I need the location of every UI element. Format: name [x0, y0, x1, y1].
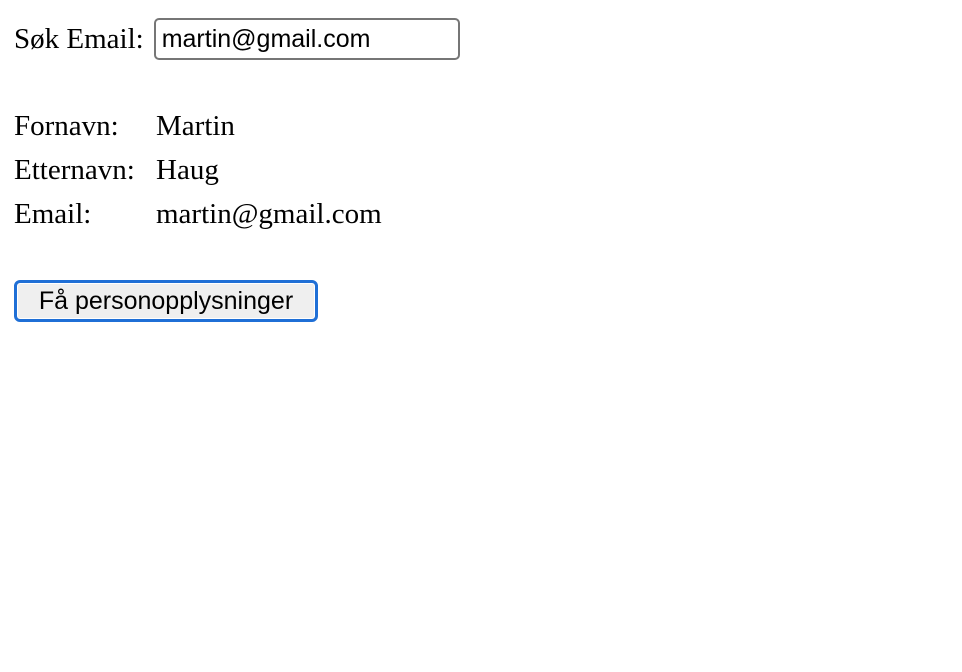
first-name-value: Martin — [156, 110, 235, 142]
email-label: Email: — [14, 198, 92, 230]
search-email-input[interactable] — [153, 18, 460, 60]
details-row-email: Email: martin@gmail.com — [14, 192, 382, 236]
first-name-label: Fornavn: — [14, 110, 119, 142]
last-name-label: Etternavn: — [14, 154, 135, 186]
last-name-value: Haug — [156, 154, 219, 186]
email-value: martin@gmail.com — [156, 198, 382, 230]
search-row: Søk Email: — [14, 18, 460, 60]
get-person-info-button[interactable]: Få personopplysninger — [14, 280, 318, 322]
search-email-label: Søk Email: — [14, 22, 144, 55]
person-details: Fornavn: Martin Etternavn: Haug Email: m… — [14, 104, 382, 236]
details-row-first-name: Fornavn: Martin — [14, 104, 382, 148]
details-row-last-name: Etternavn: Haug — [14, 148, 382, 192]
